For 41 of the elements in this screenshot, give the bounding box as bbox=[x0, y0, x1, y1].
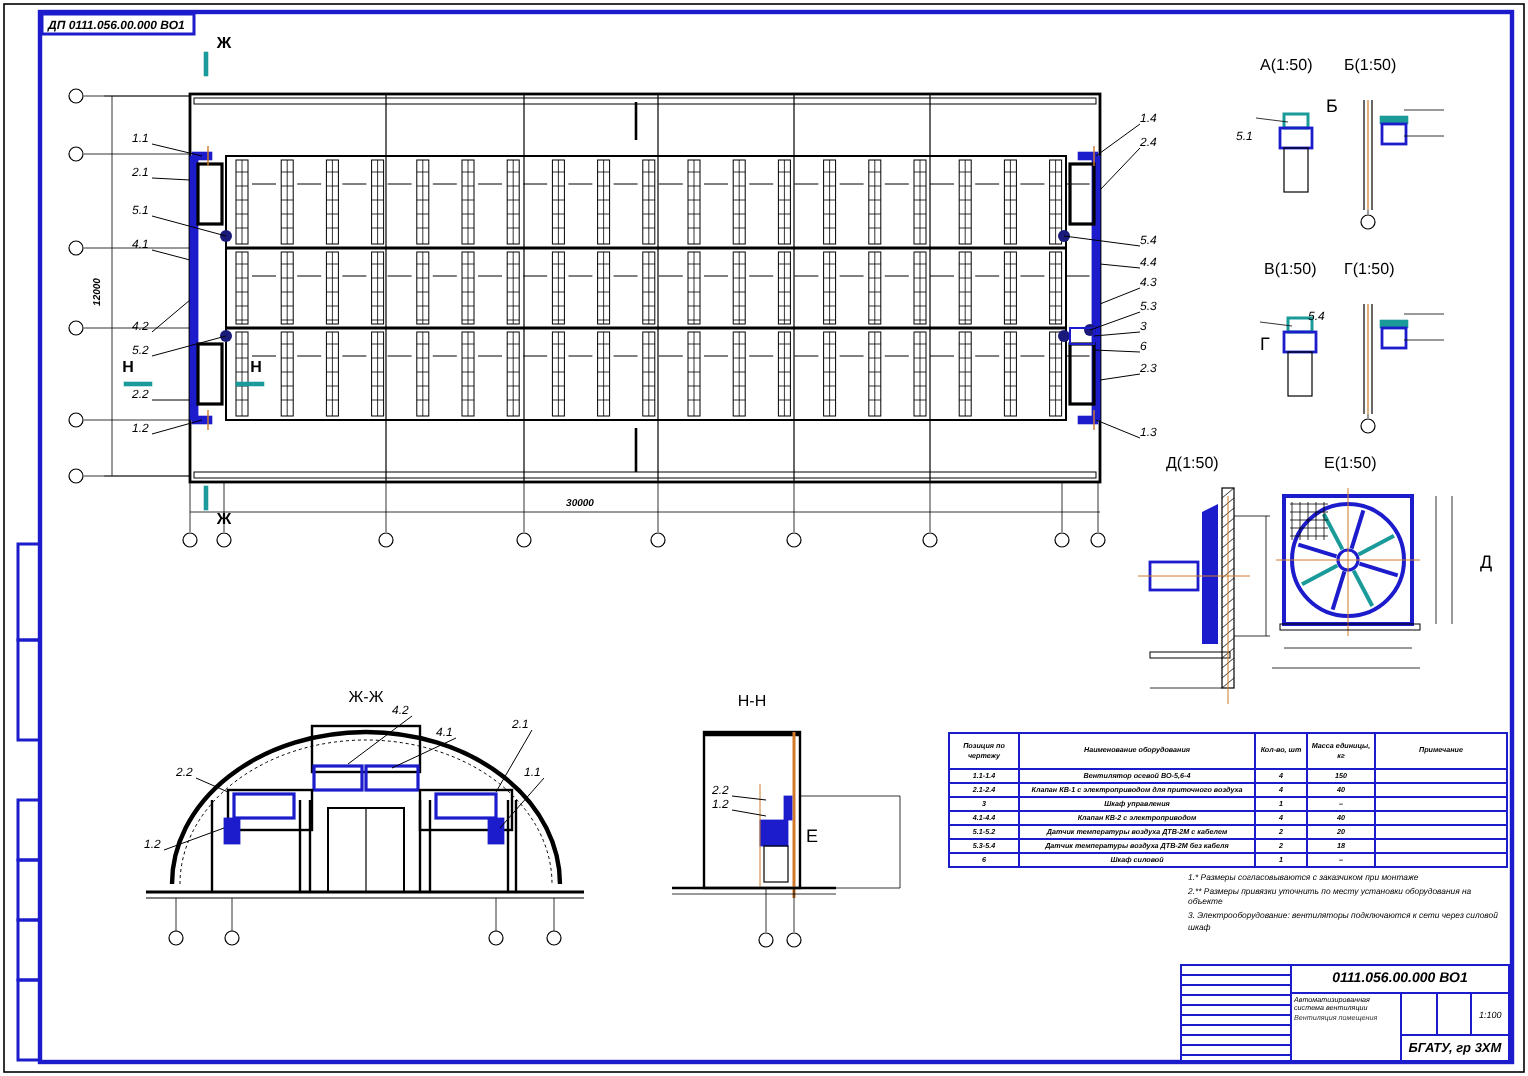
section-cut-mark bbox=[203, 485, 209, 511]
section-mark-letter: Ж bbox=[216, 510, 232, 528]
section-mark-letter: Н bbox=[122, 358, 134, 376]
wall-detail-drawing bbox=[1360, 99, 1445, 230]
section-title: Ж-Ж bbox=[348, 688, 384, 706]
detail-title: Д(1:50) bbox=[1166, 454, 1219, 472]
callout-label: Г bbox=[1260, 334, 1270, 354]
wall-detail-drawing bbox=[1360, 303, 1445, 434]
leader-line bbox=[731, 795, 767, 801]
leader-line bbox=[151, 399, 191, 401]
section-cut-mark bbox=[235, 381, 265, 387]
leader-line bbox=[499, 777, 545, 829]
section-title: Н-Н bbox=[737, 692, 767, 710]
section-cut-mark bbox=[123, 381, 153, 387]
leader-line bbox=[1099, 147, 1141, 191]
leader-line bbox=[151, 215, 227, 237]
wall-detail-drawing bbox=[1259, 316, 1318, 397]
leader-line bbox=[163, 827, 225, 851]
leader-line bbox=[731, 809, 767, 817]
section-mark-letter: Н bbox=[250, 358, 262, 376]
leader-line bbox=[1099, 287, 1141, 305]
detail-title: Г(1:50) bbox=[1344, 260, 1395, 278]
callout-label: Д bbox=[1480, 552, 1493, 572]
section-mark-letter: Ж bbox=[216, 34, 232, 52]
leader-line bbox=[1099, 263, 1141, 269]
leader-line bbox=[195, 777, 229, 793]
callout-label: Б bbox=[1326, 96, 1338, 116]
detail-title: А(1:50) bbox=[1260, 56, 1313, 74]
leader-line bbox=[1099, 373, 1141, 381]
leader-line bbox=[1095, 419, 1141, 439]
leader-line bbox=[1095, 123, 1141, 157]
leader-line bbox=[1093, 349, 1141, 353]
detail-title: В(1:50) bbox=[1264, 260, 1317, 278]
leader-line bbox=[1063, 235, 1141, 247]
callout-label: Е bbox=[806, 826, 819, 846]
detail-title: Е(1:50) bbox=[1324, 454, 1377, 472]
sheet-cell bbox=[1437, 994, 1473, 1036]
section-cut-mark bbox=[203, 51, 209, 77]
leader-line bbox=[151, 177, 191, 181]
wall-detail-drawing bbox=[1255, 112, 1314, 193]
detail-title: Б(1:50) bbox=[1344, 56, 1397, 74]
